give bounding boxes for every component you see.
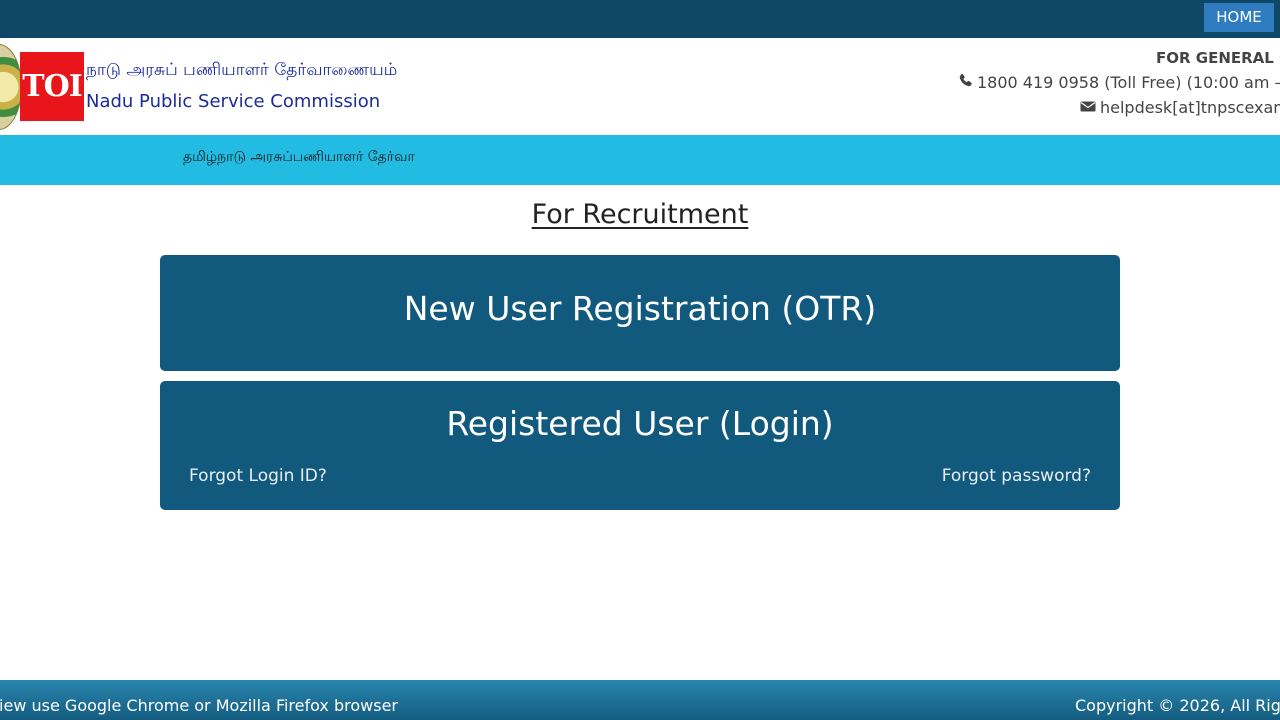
contact-email: helpdesk[at]tnpscexam xyxy=(1080,98,1280,117)
login-button[interactable]: Registered User (Login) xyxy=(160,404,1120,443)
email-text[interactable]: helpdesk[at]tnpscexam xyxy=(1100,98,1280,117)
contact-heading: FOR GENERAL Q xyxy=(1156,49,1280,67)
envelope-icon xyxy=(1080,98,1096,117)
forgot-login-id-link[interactable]: Forgot Login ID? xyxy=(189,466,327,486)
home-button[interactable]: HOME xyxy=(1204,3,1274,32)
registered-user-panel: Registered User (Login) Forgot Login ID?… xyxy=(160,381,1120,510)
new-user-registration-button[interactable]: New User Registration (OTR) xyxy=(160,255,1120,371)
top-bar: HOME xyxy=(0,0,1280,38)
news-ticker: தமிழ்நாடு அரசுப்பணியாளர் தேர்வாணையம் xyxy=(0,135,1280,185)
forgot-password-link[interactable]: Forgot password? xyxy=(942,466,1091,486)
copyright-text: Copyright © 2026, All Right xyxy=(1075,696,1280,715)
site-header: TOI நாடு அரசுப் பணியாளர் தேர்வாணையம் Nad… xyxy=(0,38,1280,135)
contact-phone: 1800 419 0958 (Toll Free) (10:00 am – 05 xyxy=(957,73,1280,92)
page-title: For Recruitment xyxy=(531,199,749,230)
toi-watermark-logo: TOI xyxy=(20,52,84,121)
news-ticker-text[interactable]: தமிழ்நாடு அரசுப்பணியாளர் தேர்வாணையம் xyxy=(183,149,415,167)
org-name-tamil: நாடு அரசுப் பணியாளர் தேர்வாணையம் xyxy=(86,60,398,80)
org-name-english: Nadu Public Service Commission xyxy=(86,91,381,112)
phone-text: 1800 419 0958 (Toll Free) (10:00 am – 05 xyxy=(977,73,1280,92)
site-footer: t view use Google Chrome or Mozilla Fire… xyxy=(0,680,1280,720)
otr-label: New User Registration (OTR) xyxy=(403,289,877,328)
tnpsc-emblem-logo xyxy=(0,44,22,130)
browser-note: t view use Google Chrome or Mozilla Fire… xyxy=(0,696,398,715)
phone-icon xyxy=(957,73,973,92)
